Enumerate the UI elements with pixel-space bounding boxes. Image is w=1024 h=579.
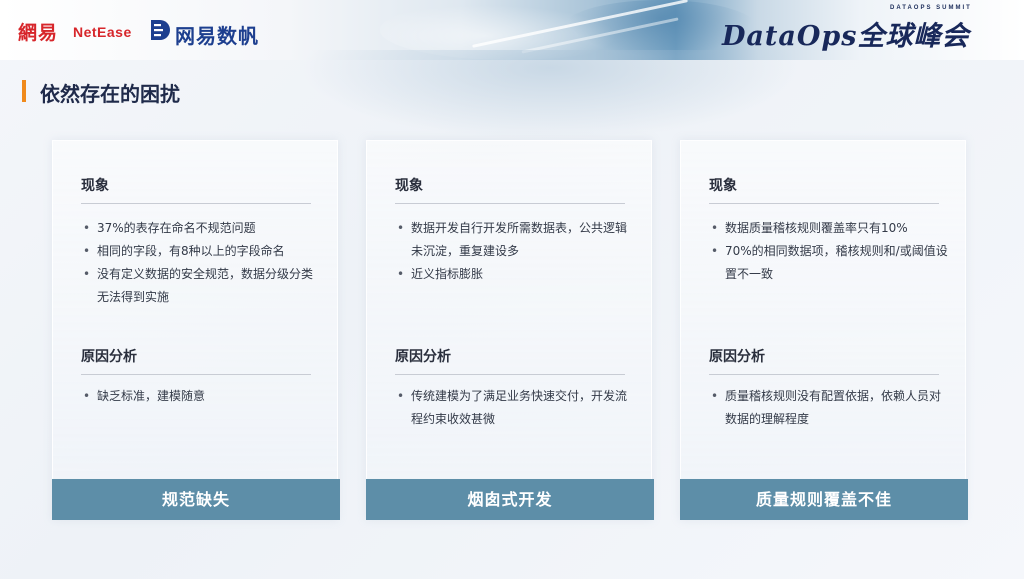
list-item: 近义指标膨胀	[397, 263, 637, 286]
list-item: 37%的表存在命名不规范问题	[83, 217, 323, 240]
netease-logo-en: NetEase	[73, 24, 132, 40]
phenomenon-list: 37%的表存在命名不规范问题 相同的字段，有8种以上的字段命名 没有定义数据的安…	[83, 217, 323, 309]
list-item: 70%的相同数据项，稽核规则和/或阈值设置不一致	[711, 240, 951, 286]
cause-title: 原因分析	[709, 349, 765, 365]
list-item: 相同的字段，有8种以上的字段命名	[83, 240, 323, 263]
phenomenon-list: 数据开发自行开发所需数据表，公共逻辑未沉淀，重复建设多 近义指标膨胀	[397, 217, 637, 286]
cause-list: 缺乏标准，建模随意	[83, 385, 323, 408]
cause-title: 原因分析	[395, 349, 451, 365]
list-item: 数据开发自行开发所需数据表，公共逻辑未沉淀，重复建设多	[397, 217, 637, 263]
heading-accent-bar	[22, 80, 26, 102]
card-footer-label: 烟囱式开发	[366, 479, 654, 520]
slide: 網易 NetEase 网易数帆 DATAOPS SUMMIT DataOps全球…	[0, 0, 1024, 579]
cause-title: 原因分析	[81, 349, 137, 365]
issue-card-chimney: 现象 数据开发自行开发所需数据表，公共逻辑未沉淀，重复建设多 近义指标膨胀 原因…	[366, 140, 654, 520]
cause-list: 质量稽核规则没有配置依据，依赖人员对数据的理解程度	[711, 385, 951, 431]
netease-logo-cn: 網易	[18, 22, 59, 44]
list-item: 数据质量稽核规则覆盖率只有10%	[711, 217, 951, 240]
divider	[395, 203, 625, 204]
list-item: 没有定义数据的安全规范，数据分级分类无法得到实施	[83, 263, 323, 309]
divider	[709, 374, 939, 375]
card-footer-label: 质量规则覆盖不佳	[680, 479, 968, 520]
list-item: 传统建模为了满足业务快速交付，开发流程约束收效甚微	[397, 385, 637, 431]
shufan-logo-icon	[151, 20, 170, 40]
phenomenon-list: 数据质量稽核规则覆盖率只有10% 70%的相同数据项，稽核规则和/或阈值设置不一…	[711, 217, 951, 286]
divider	[81, 374, 311, 375]
banner-mist	[300, 50, 800, 140]
card-footer-label: 规范缺失	[52, 479, 340, 520]
divider	[395, 374, 625, 375]
summit-subtitle: DATAOPS SUMMIT	[890, 5, 972, 11]
cause-list: 传统建模为了满足业务快速交付，开发流程约束收效甚微	[397, 385, 637, 431]
phenomenon-title: 现象	[81, 178, 109, 194]
phenomenon-title: 现象	[395, 178, 423, 194]
shufan-logo-text: 网易数帆	[175, 24, 259, 48]
phenomenon-title: 现象	[709, 178, 737, 194]
divider	[709, 203, 939, 204]
issue-card-standards: 现象 37%的表存在命名不规范问题 相同的字段，有8种以上的字段命名 没有定义数…	[52, 140, 340, 520]
page-title: 依然存在的困扰	[40, 82, 180, 106]
list-item: 缺乏标准，建模随意	[83, 385, 323, 408]
list-item: 质量稽核规则没有配置依据，依赖人员对数据的理解程度	[711, 385, 951, 431]
divider	[81, 203, 311, 204]
summit-title: DataOps全球峰会	[722, 21, 970, 52]
issue-card-quality: 现象 数据质量稽核规则覆盖率只有10% 70%的相同数据项，稽核规则和/或阈值设…	[680, 140, 968, 520]
